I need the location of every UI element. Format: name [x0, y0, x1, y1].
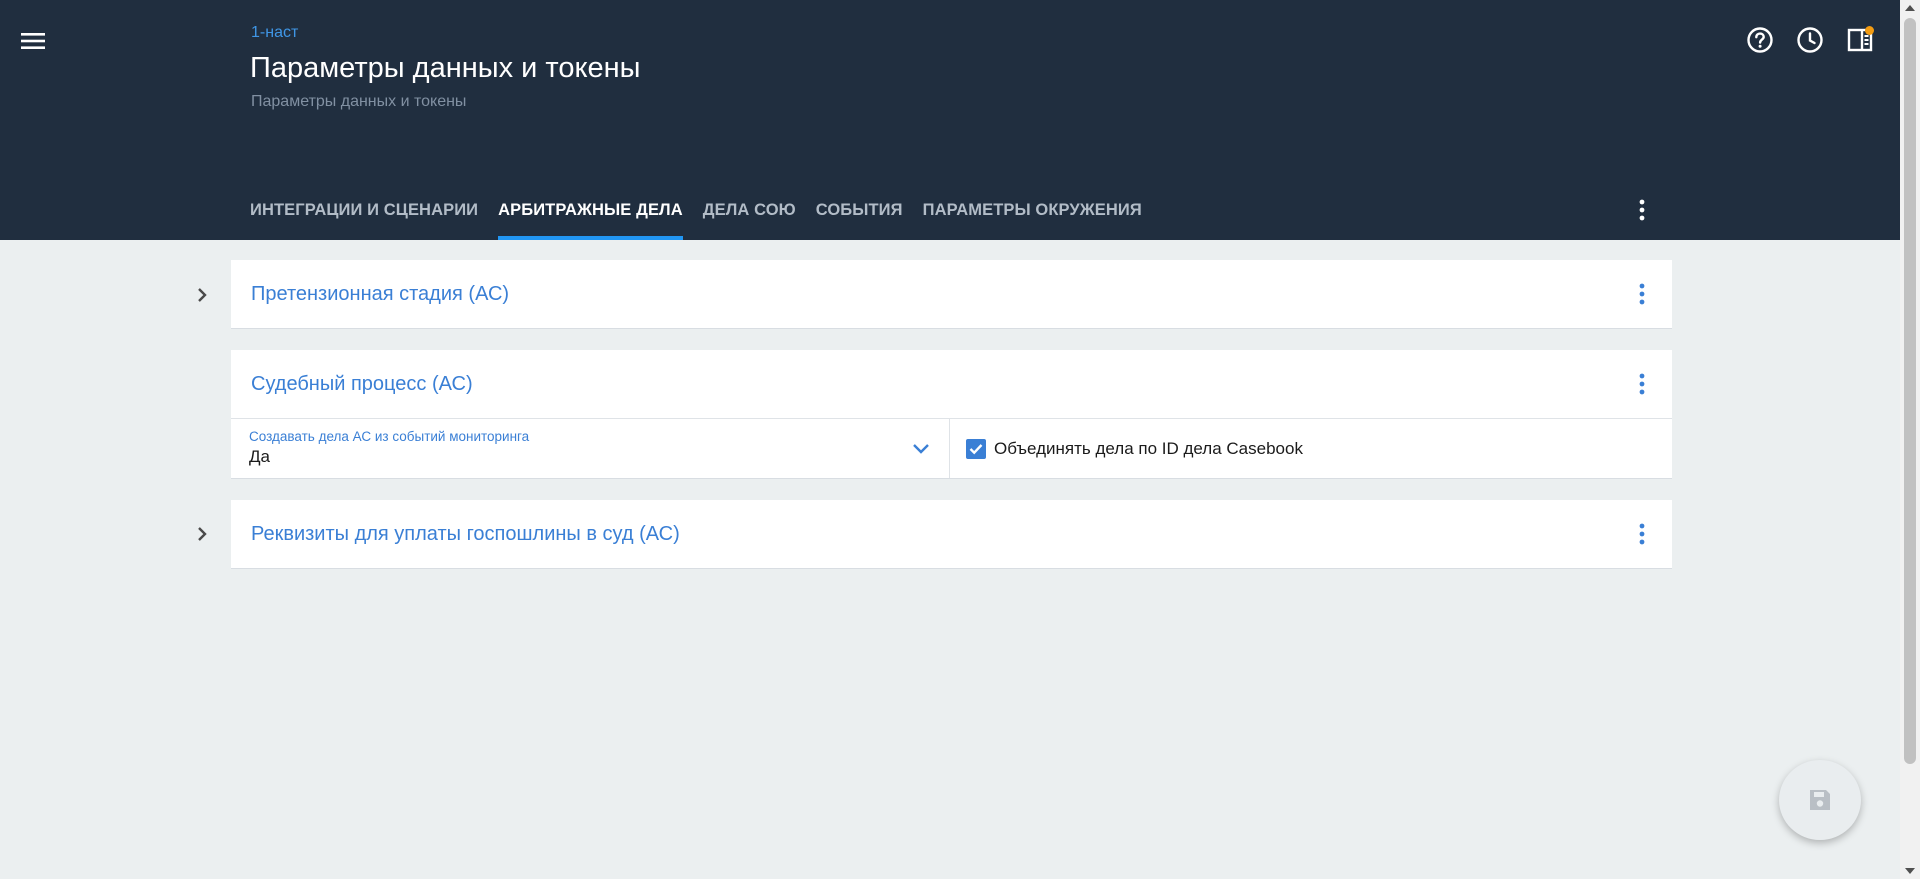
history-icon[interactable] [1794, 24, 1826, 56]
tab-integrations[interactable]: ИНТЕГРАЦИИ И СЦЕНАРИИ [250, 193, 478, 240]
section-more-icon[interactable] [1628, 278, 1656, 310]
section-title[interactable]: Судебный процесс (АС) [251, 373, 473, 396]
section-more-icon[interactable] [1628, 368, 1656, 400]
tab-environment[interactable]: ПАРАМЕТРЫ ОКРУЖЕНИЯ [923, 193, 1142, 240]
page-title: Параметры данных и токены [250, 52, 641, 84]
section-court-process-body: Создавать дела АС из событий мониторинга… [231, 418, 1672, 478]
merge-cases-checkbox[interactable] [966, 438, 986, 459]
save-icon [1810, 790, 1830, 810]
section-fee-details: Реквизиты для уплаты госпошлины в суд (А… [231, 500, 1672, 569]
tab-arbitration-cases[interactable]: АРБИТРАЖНЫЕ ДЕЛА [498, 193, 683, 240]
section-title[interactable]: Реквизиты для уплаты госпошлины в суд (А… [251, 523, 680, 546]
section-pretrial-header[interactable]: Претензионная стадия (АС) [231, 260, 1672, 328]
section-more-icon[interactable] [1628, 518, 1656, 550]
section-court-process: Судебный процесс (АС) Создавать дела АС … [231, 350, 1672, 479]
scroll-down-icon[interactable] [1905, 868, 1915, 874]
section-fee-details-header[interactable]: Реквизиты для уплаты госпошлины в суд (А… [231, 500, 1672, 568]
scroll-thumb[interactable] [1904, 18, 1916, 764]
breadcrumb[interactable]: 1-наст [251, 24, 298, 42]
section-pretrial: Претензионная стадия (АС) [231, 260, 1672, 329]
tab-bar: ИНТЕГРАЦИИ И СЦЕНАРИИ АРБИТРАЖНЫЕ ДЕЛА Д… [250, 193, 1142, 240]
create-cases-select[interactable]: Создавать дела АС из событий мониторинга… [231, 419, 950, 478]
tab-events[interactable]: СОБЫТИЯ [816, 193, 903, 240]
tabs-more-icon[interactable] [1628, 194, 1656, 226]
notification-dot [1865, 26, 1874, 35]
merge-cases-field[interactable]: Объединять дела по ID дела Casebook [950, 419, 1672, 478]
help-icon[interactable] [1744, 24, 1776, 56]
page-subtitle: Параметры данных и токены [251, 93, 467, 110]
create-cases-value: Да [249, 447, 270, 466]
section-court-process-header[interactable]: Судебный процесс (АС) [231, 350, 1672, 418]
expand-section-pretrial-icon[interactable] [190, 283, 214, 307]
panel-icon[interactable] [1844, 24, 1876, 56]
merge-cases-label: Объединять дела по ID дела Casebook [994, 438, 1303, 458]
menu-icon[interactable] [18, 26, 48, 56]
page-scrollbar[interactable] [1900, 0, 1920, 879]
section-title[interactable]: Претензионная стадия (АС) [251, 283, 509, 306]
app-header: 1-наст Параметры данных и токены Парамет… [0, 0, 1900, 240]
tab-general-court-cases[interactable]: ДЕЛА СОЮ [703, 193, 796, 240]
create-cases-label: Создавать дела АС из событий мониторинга [249, 429, 530, 444]
save-button[interactable] [1779, 760, 1861, 840]
chevron-down-icon[interactable] [911, 439, 931, 459]
scroll-up-icon[interactable] [1905, 5, 1915, 11]
expand-section-fee-details-icon[interactable] [190, 522, 214, 546]
